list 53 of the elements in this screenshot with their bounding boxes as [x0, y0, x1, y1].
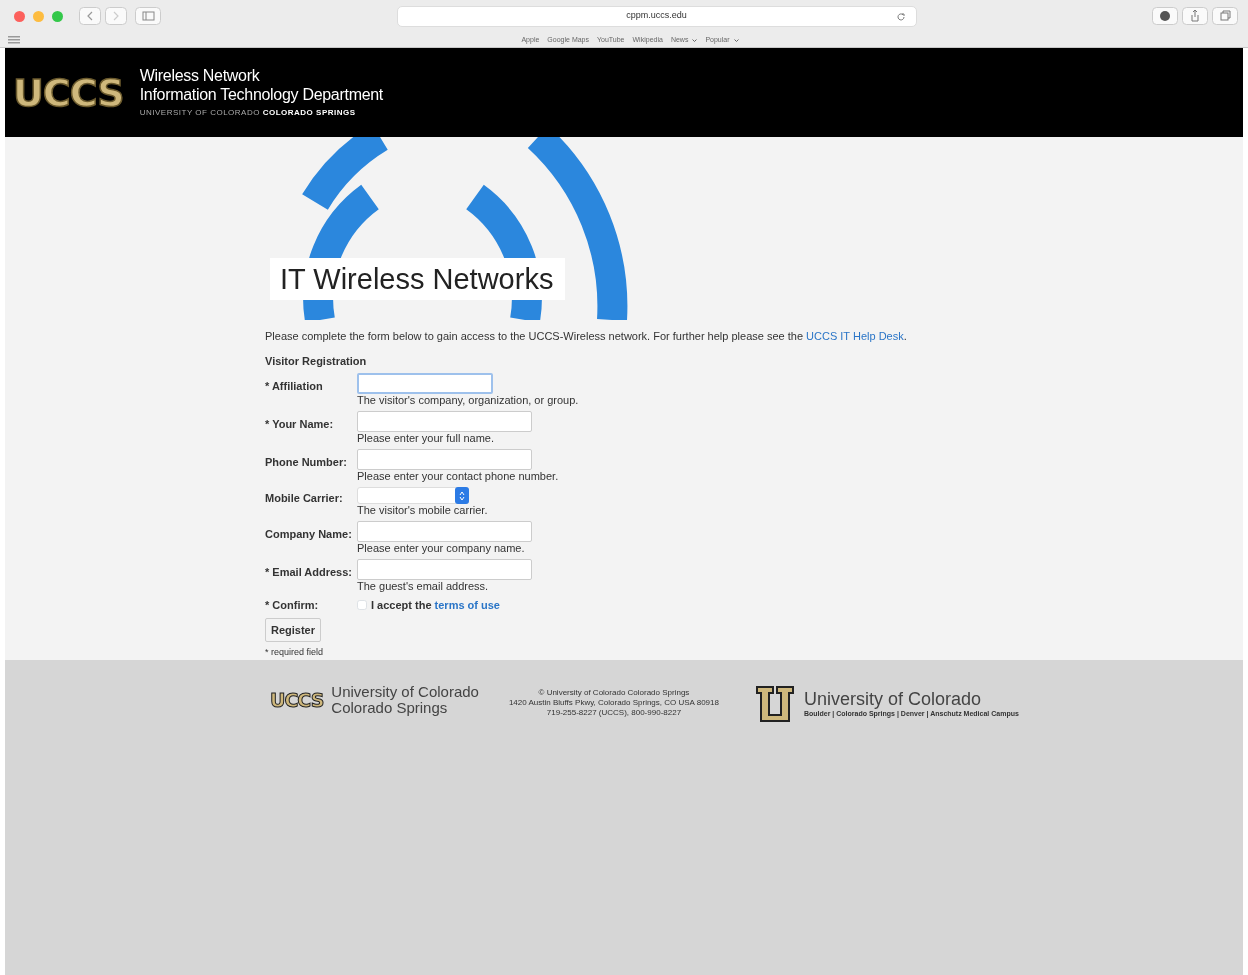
- page-title: IT Wireless Networks: [270, 258, 566, 300]
- campus-name: Colorado Springs: [331, 700, 449, 716]
- text-input[interactable]: [357, 373, 493, 394]
- terms-checkbox[interactable]: [357, 600, 367, 611]
- uccs-logo: UCCS: [270, 690, 324, 710]
- field-hint: The visitor's mobile carrier.: [357, 504, 488, 517]
- field-label: Phone Number:: [265, 455, 348, 470]
- university-name: University of Colorado: [331, 684, 479, 700]
- required-note: * required field: [265, 646, 325, 659]
- close-button[interactable]: [14, 10, 25, 22]
- address-bar[interactable]: cppm.uccs.edu: [396, 5, 917, 27]
- field-hint: The visitor's company, organization, or group.: [357, 394, 579, 407]
- header-title: Wireless Network: [139, 66, 261, 85]
- text-input[interactable]: [357, 559, 532, 580]
- form-heading: Visitor Registration: [265, 353, 368, 369]
- field-hint: Please enter your company name.: [357, 542, 526, 555]
- text-input[interactable]: [357, 449, 532, 470]
- cu-logo-icon: [753, 684, 796, 724]
- accept-text: I accept the terms of use: [371, 598, 500, 613]
- header-subtitle: Information Technology Department: [139, 85, 383, 104]
- help-desk-link[interactable]: UCCS IT Help Desk: [806, 330, 904, 342]
- field-label: * Confirm:: [265, 598, 320, 613]
- field-label: * Affiliation: [265, 379, 324, 394]
- tabs-button[interactable]: [1212, 7, 1238, 25]
- download-button[interactable]: [1152, 7, 1178, 25]
- field-label: Mobile Carrier:: [265, 491, 344, 506]
- carrier-select[interactable]: [357, 487, 469, 504]
- register-button[interactable]: Register: [265, 617, 322, 642]
- uccs-logo: UCCS: [13, 73, 124, 112]
- forward-button[interactable]: [105, 7, 127, 25]
- field-hint: Please enter your contact phone number.: [357, 470, 559, 483]
- sidebar-button[interactable]: [135, 7, 161, 25]
- zoom-button[interactable]: [52, 10, 63, 22]
- grid-icon[interactable]: [8, 36, 20, 44]
- text-input[interactable]: [357, 411, 532, 432]
- field-hint: Please enter your full name.: [357, 432, 495, 445]
- url-text: cppm.uccs.edu: [626, 9, 687, 23]
- address-line: © University of Colorado Colorado Springs: [537, 688, 691, 698]
- field-label: * Email Address:: [265, 565, 353, 580]
- header-university: UNIVERSITY OF COLORADO COLORADO SPRINGS: [139, 107, 357, 119]
- field-hint: The guest's email address.: [357, 580, 490, 593]
- field-label: Company Name:: [265, 527, 353, 542]
- address-line: 719-255-8227 (UCCS), 800-990-8227: [545, 708, 683, 718]
- field-label: * Your Name:: [265, 417, 335, 432]
- intro-text: Please complete the form below to gain access to the UCCS-Wireless network. For further help please see the UCCS IT Help Desk.: [265, 329, 908, 344]
- minimize-button[interactable]: [33, 10, 44, 22]
- reload-icon[interactable]: [895, 11, 906, 22]
- address-line: 1420 Austin Bluffs Pkwy, Colorado Springs, CO USA 80918: [508, 698, 719, 708]
- terms-link[interactable]: terms of use: [434, 599, 500, 611]
- cu-name: University of Colorado: [803, 688, 983, 709]
- updown-arrows-icon: [459, 490, 465, 501]
- text-input[interactable]: [357, 521, 532, 542]
- back-button[interactable]: [79, 7, 101, 25]
